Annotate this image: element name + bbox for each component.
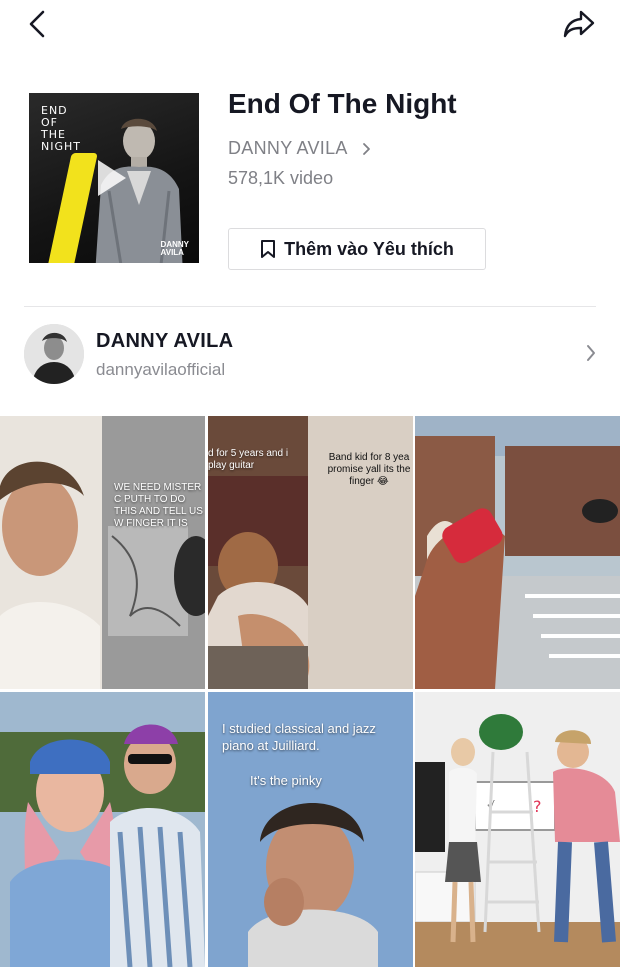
chevron-right-icon <box>587 345 595 361</box>
top-bar <box>0 0 620 48</box>
artist-name: DANNY AVILA <box>228 138 348 158</box>
thumbnail-image: √ ? <box>415 692 620 967</box>
svg-text:?: ? <box>533 797 542 816</box>
section-divider <box>24 306 596 307</box>
bookmark-icon <box>261 240 276 258</box>
share-icon <box>563 10 595 38</box>
cover-title-line: OF <box>41 116 58 129</box>
creator-handle: dannyavilaofficial <box>96 360 226 379</box>
thumbnail-image <box>0 692 205 967</box>
video-thumbnail[interactable] <box>0 692 205 967</box>
video-caption: I studied classical and jazz piano at Ju… <box>222 721 376 753</box>
cover-brand-logo: DANNY AVILA <box>161 241 189 257</box>
cover-title-line: END <box>41 104 68 117</box>
video-thumbnail[interactable]: d for 5 years and i play guitar Band kid… <box>208 416 413 689</box>
cover-title-text: END OF THE NIGHT <box>41 105 81 153</box>
add-to-favorites-button[interactable]: Thêm vào Yêu thích <box>228 228 486 270</box>
creator-avatar[interactable] <box>24 324 84 384</box>
chevron-right-icon <box>362 142 370 155</box>
creator-row[interactable]: DANNY AVILA dannyavilaofficial <box>0 318 620 394</box>
cover-brand-line: AVILA <box>160 248 184 257</box>
video-thumbnail[interactable]: √ ? <box>415 692 620 967</box>
cover-title-line: NIGHT <box>41 140 81 153</box>
cover-title-line: THE <box>41 128 66 141</box>
video-caption: It's the pinky <box>250 773 322 788</box>
play-icon[interactable] <box>98 160 126 196</box>
video-caption: Band kid for 8 yea promise yall its the … <box>327 452 411 487</box>
video-caption: d for 5 years and i play guitar <box>208 448 289 471</box>
artist-link[interactable]: DANNY AVILA <box>228 138 371 159</box>
video-thumbnail[interactable]: I studied classical and jazz piano at Ju… <box>208 692 413 967</box>
video-caption: WE NEED MISTER C PUTH TO DO THIS AND TEL… <box>114 482 203 529</box>
video-thumbnail[interactable] <box>415 416 620 689</box>
thumbnail-image <box>0 416 205 689</box>
video-grid: WE NEED MISTER C PUTH TO DO THIS AND TEL… <box>0 416 620 967</box>
song-title: End Of The Night <box>228 88 457 119</box>
video-count: 578,1K video <box>228 168 334 188</box>
creator-name: DANNY AVILA <box>96 330 234 352</box>
share-button[interactable] <box>560 6 598 42</box>
avatar-image <box>24 324 84 384</box>
thumbnail-image <box>415 416 620 689</box>
add-to-favorites-label: Thêm vào Yêu thích <box>284 238 454 259</box>
back-button[interactable] <box>22 6 52 42</box>
video-thumbnail[interactable]: WE NEED MISTER C PUTH TO DO THIS AND TEL… <box>0 416 205 689</box>
back-arrow-icon <box>29 10 45 38</box>
